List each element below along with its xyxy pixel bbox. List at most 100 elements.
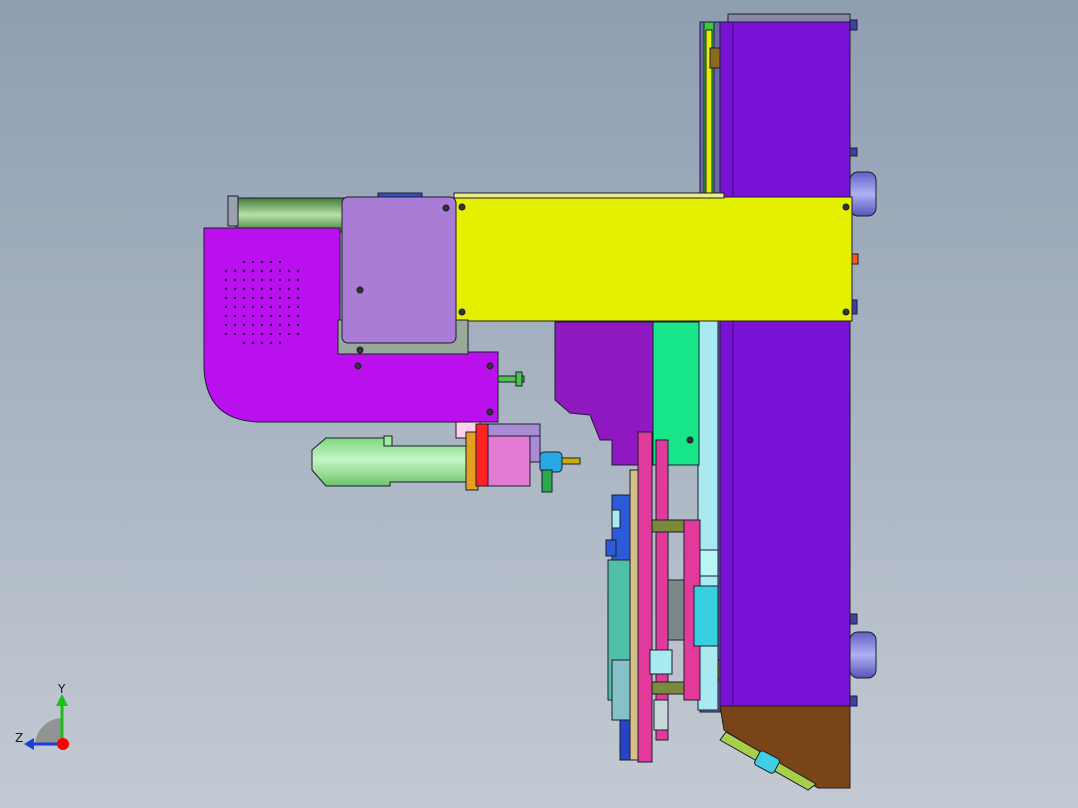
vent-hole bbox=[287, 287, 291, 291]
vent-hole bbox=[251, 296, 255, 300]
vent-hole bbox=[269, 260, 273, 264]
z-axis-label: Z bbox=[15, 731, 23, 745]
nozzle-tip bbox=[561, 457, 581, 465]
vent-hole bbox=[242, 305, 246, 309]
frame-screw-1 bbox=[849, 147, 858, 157]
vent-hole bbox=[278, 296, 282, 300]
motor-screw-2 bbox=[356, 346, 364, 354]
frame-bolt-top bbox=[709, 47, 721, 69]
vent-hole bbox=[233, 332, 237, 336]
vent-hole bbox=[242, 314, 246, 318]
arm-body bbox=[453, 196, 853, 322]
vent-hole bbox=[251, 305, 255, 309]
vent-hole bbox=[287, 332, 291, 336]
vent-hole bbox=[296, 314, 300, 318]
vent-hole bbox=[242, 287, 246, 291]
vent-hole bbox=[269, 305, 273, 309]
vent-hole bbox=[278, 269, 282, 273]
vent-hole bbox=[251, 287, 255, 291]
vent-hole bbox=[278, 260, 282, 264]
vent-hole bbox=[224, 314, 228, 318]
vent-hole bbox=[287, 278, 291, 282]
vent-hole bbox=[233, 314, 237, 318]
vent-hole bbox=[233, 323, 237, 327]
vent-hole bbox=[242, 260, 246, 264]
vent-hole bbox=[296, 296, 300, 300]
frame-screw-4 bbox=[849, 613, 858, 625]
frame-body bbox=[719, 21, 851, 713]
vent-hole bbox=[278, 287, 282, 291]
vent-hole bbox=[251, 278, 255, 282]
y-axis-label: Y bbox=[57, 682, 66, 696]
lower-knob bbox=[849, 631, 877, 679]
vent-hole bbox=[278, 278, 282, 282]
small-cyan-tab bbox=[611, 509, 621, 529]
frame-top-cap bbox=[727, 13, 851, 23]
cad-viewport[interactable]: Y Z bbox=[0, 0, 1078, 808]
motor-screw-1 bbox=[356, 286, 364, 294]
column-cyan bbox=[697, 319, 719, 711]
vent-hole bbox=[224, 287, 228, 291]
vent-hole bbox=[260, 341, 264, 345]
vent-hole bbox=[251, 314, 255, 318]
vent-hole bbox=[224, 305, 228, 309]
vent-hole bbox=[278, 314, 282, 318]
roller-bracket bbox=[227, 195, 239, 227]
blue-nozzle bbox=[539, 451, 563, 473]
z-axis-arrow bbox=[24, 738, 34, 750]
vent-hole bbox=[260, 278, 264, 282]
vent-hole bbox=[287, 269, 291, 273]
horizontal-arm bbox=[453, 192, 853, 322]
vent-hole bbox=[296, 332, 300, 336]
assembly-model[interactable] bbox=[0, 0, 1078, 808]
vent-hole bbox=[242, 269, 246, 273]
vent-hole bbox=[224, 332, 228, 336]
vent-hole bbox=[233, 305, 237, 309]
side-peg-head bbox=[515, 371, 523, 387]
vent-hole bbox=[269, 314, 273, 318]
arm-screw-tr bbox=[842, 203, 850, 211]
axis-triad: Y Z bbox=[15, 682, 69, 750]
vent-hole bbox=[260, 332, 264, 336]
triad-quadrant bbox=[35, 718, 62, 744]
housing-screw-1 bbox=[354, 362, 362, 370]
vent-hole bbox=[278, 332, 282, 336]
vent-hole bbox=[278, 341, 282, 345]
vent-hole bbox=[260, 269, 264, 273]
vent-hole bbox=[233, 269, 237, 273]
frame-screw-3 bbox=[849, 19, 858, 31]
barrel-cap bbox=[383, 435, 393, 447]
gray-cylinder bbox=[667, 579, 685, 641]
pink-block-top bbox=[487, 423, 541, 437]
frame-screw-5 bbox=[849, 695, 858, 707]
vent-hole bbox=[278, 305, 282, 309]
vent-hole bbox=[233, 287, 237, 291]
vent-hole bbox=[251, 269, 255, 273]
vent-hole bbox=[269, 332, 273, 336]
pink-block-side bbox=[529, 435, 541, 463]
vent-hole bbox=[260, 296, 264, 300]
motor-screw-3 bbox=[442, 204, 450, 212]
vent-hole bbox=[242, 296, 246, 300]
vent-hole bbox=[242, 278, 246, 282]
arm-top-lip bbox=[453, 192, 725, 199]
vent-hole bbox=[251, 332, 255, 336]
center-column bbox=[697, 319, 719, 711]
vent-hole bbox=[269, 278, 273, 282]
housing-screw-3 bbox=[486, 408, 494, 416]
vent-hole bbox=[242, 341, 246, 345]
column-collar bbox=[699, 549, 719, 577]
roller-drum bbox=[235, 197, 345, 233]
vent-hole bbox=[269, 269, 273, 273]
vent-hole bbox=[269, 296, 273, 300]
vent-hole bbox=[242, 332, 246, 336]
vent-hole bbox=[296, 278, 300, 282]
vent-hole bbox=[269, 341, 273, 345]
vent-hole bbox=[251, 341, 255, 345]
pink-plate-second bbox=[655, 439, 669, 741]
vent-hole bbox=[260, 305, 264, 309]
main-frame bbox=[699, 13, 877, 713]
vent-hole bbox=[233, 296, 237, 300]
vent-hole bbox=[224, 278, 228, 282]
vent-hole bbox=[260, 287, 264, 291]
